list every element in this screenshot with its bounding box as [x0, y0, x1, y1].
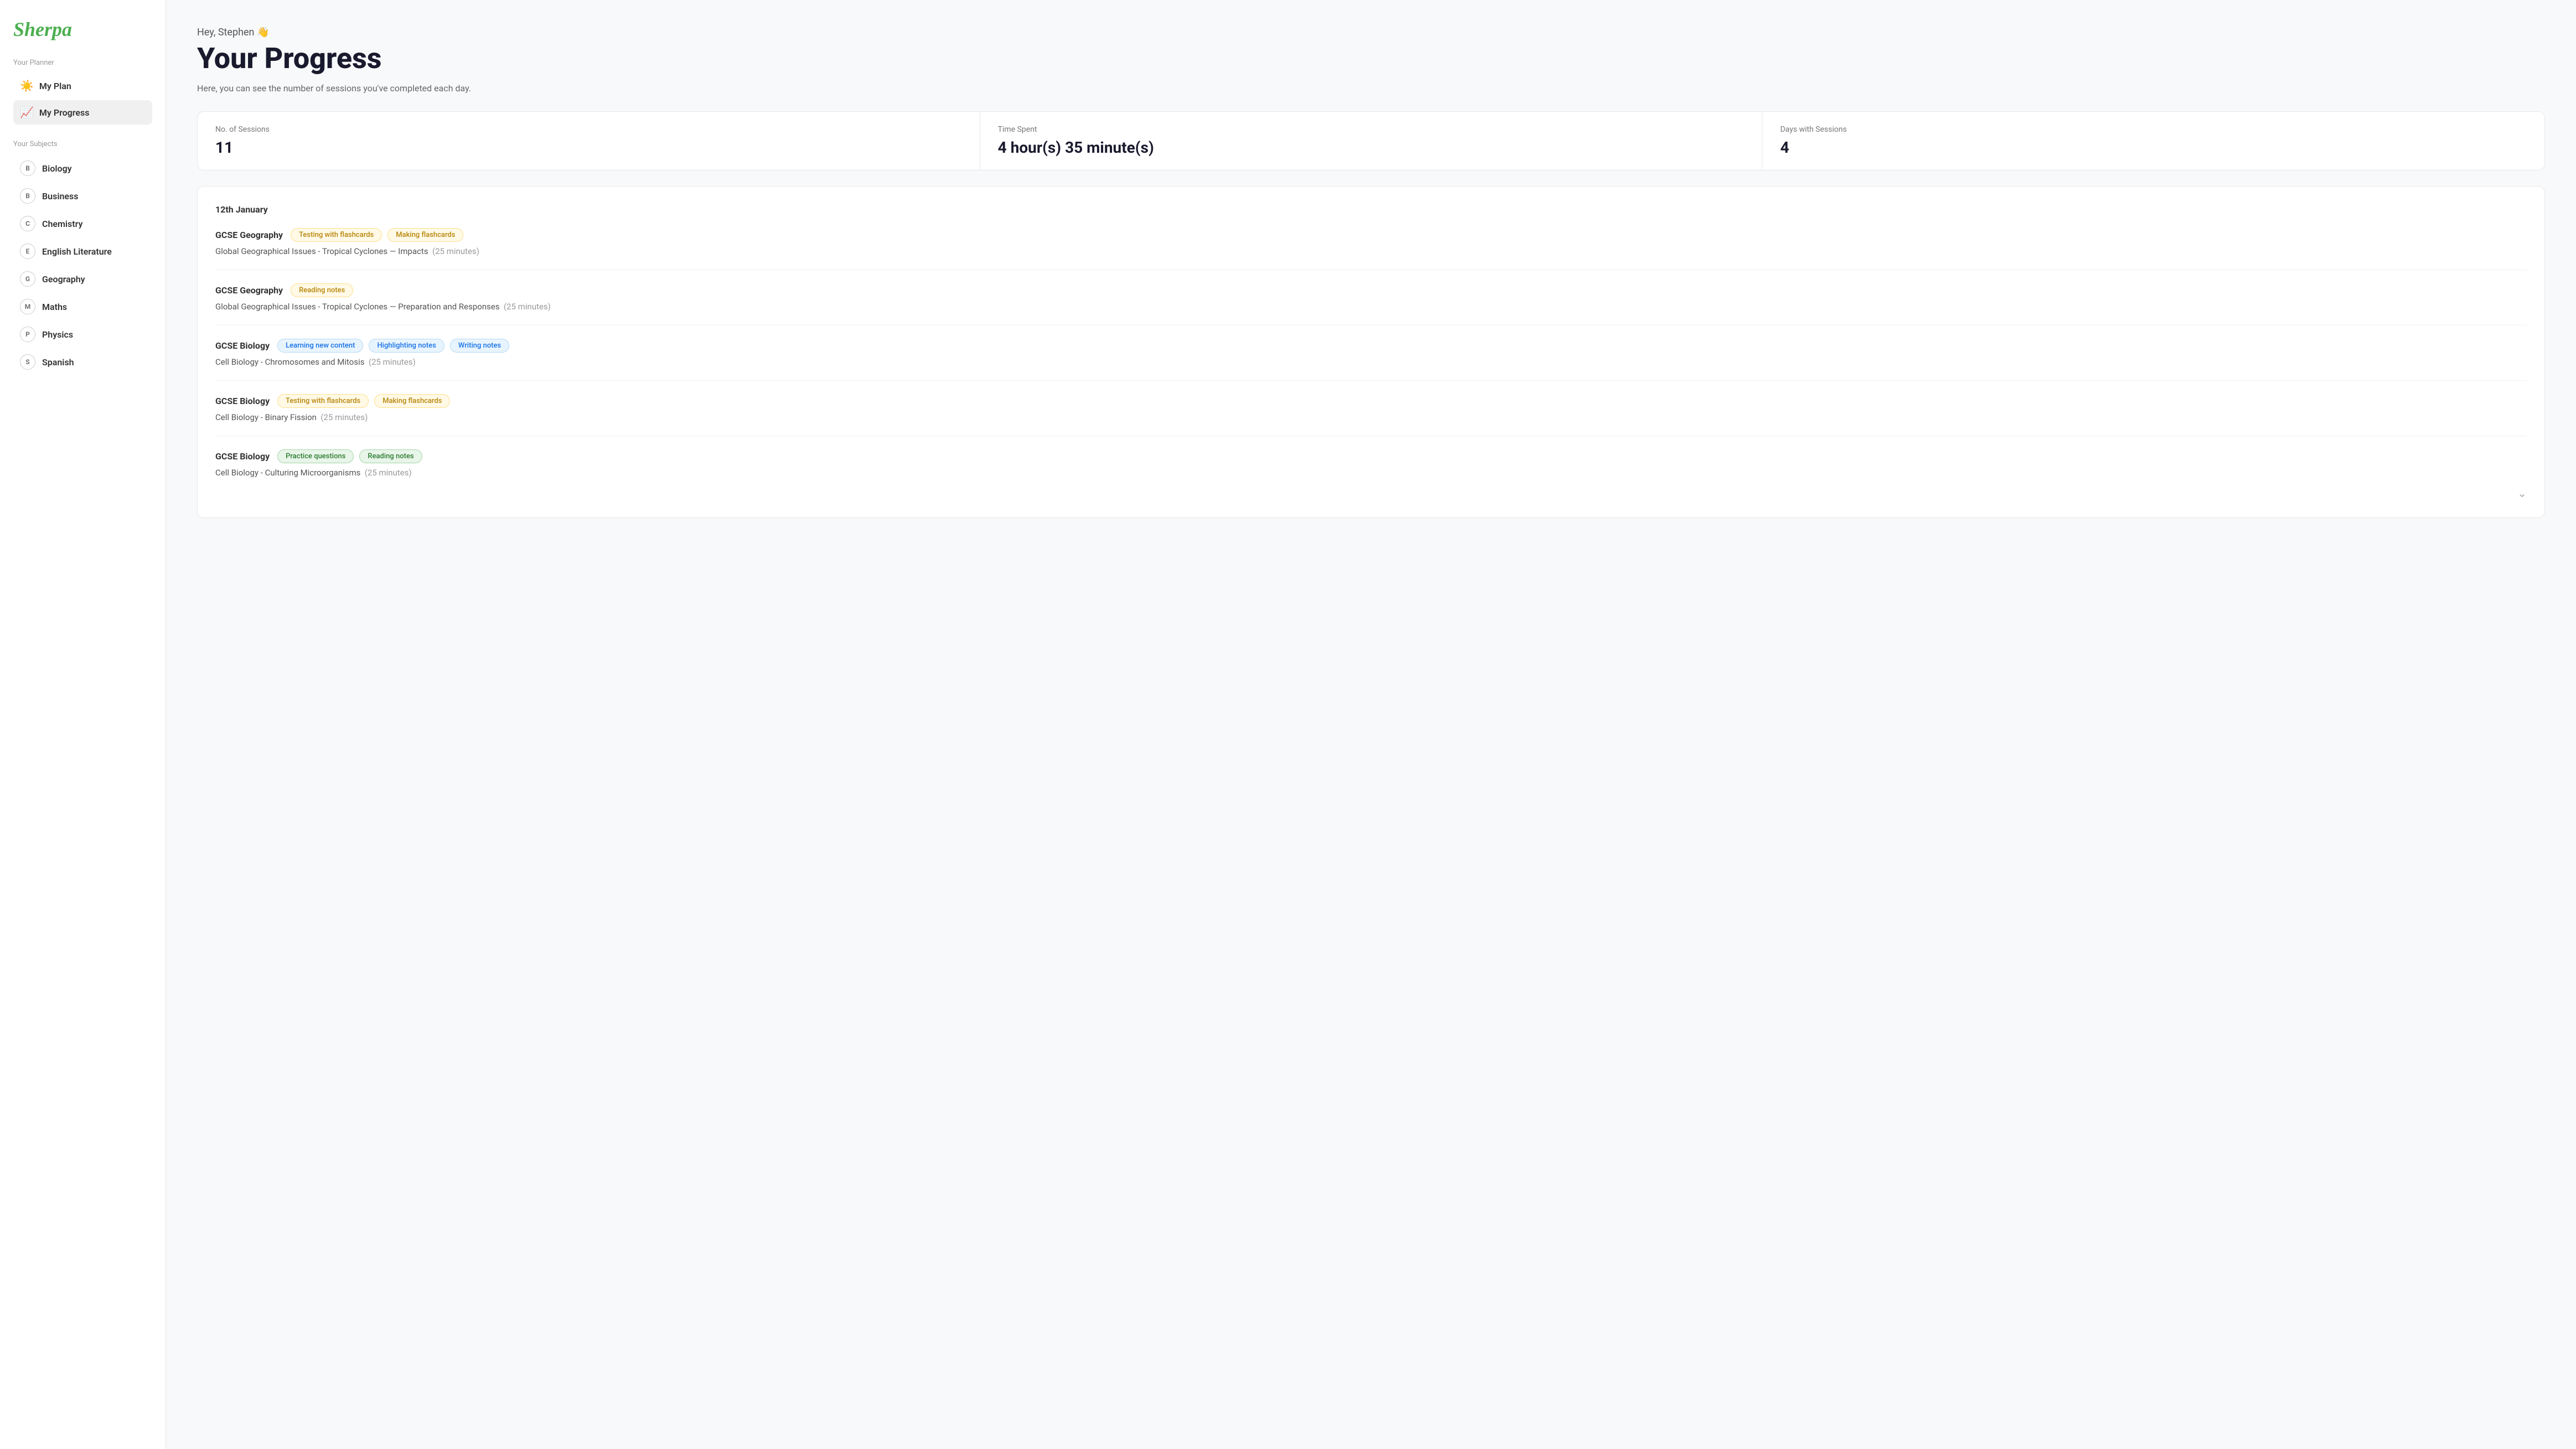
session-entry: GCSE Biology Learning new content Highlig… [215, 339, 2527, 381]
days-label: Days with Sessions [1780, 125, 2527, 134]
subject-badge-business: B [20, 188, 35, 204]
expand-icon[interactable]: ⌄ [215, 487, 2527, 500]
session-header: GCSE Geography Testing with flashcards Ma… [215, 228, 2527, 242]
subject-badge-geography: G [20, 271, 35, 287]
subject-badge-maths: M [20, 299, 35, 314]
session-subject: GCSE Biology [215, 340, 270, 351]
session-tag: Making flashcards [374, 394, 450, 408]
sidebar-item-spanish[interactable]: S Spanish [13, 349, 152, 375]
subjects-label: Your Subjects [13, 140, 152, 148]
session-description: Cell Biology - Binary Fission (25 minute… [215, 412, 2527, 422]
session-tag: Practice questions [277, 449, 354, 463]
session-header: GCSE Geography Reading notes [215, 283, 2527, 297]
session-time: (25 minutes) [432, 246, 479, 256]
sidebar-item-geography[interactable]: G Geography [13, 266, 152, 292]
sidebar-item-biology[interactable]: B Biology [13, 155, 152, 182]
session-tag: Reading notes [291, 283, 353, 297]
session-tag: Testing with flashcards [277, 394, 369, 408]
sidebar-item-label: My Plan [39, 81, 71, 91]
planner-nav: ☀️ My Plan 📈 My Progress [13, 74, 152, 125]
session-description: Global Geographical Issues - Tropical Cy… [215, 246, 2527, 256]
sidebar-item-chemistry[interactable]: C Chemistry [13, 210, 152, 237]
time-stat: Time Spent 4 hour(s) 35 minute(s) [980, 112, 1763, 170]
session-header: GCSE Biology Testing with flashcards Maki… [215, 394, 2527, 408]
session-entry: GCSE Geography Reading notes Global Geog… [215, 283, 2527, 325]
planner-label: Your Planner [13, 59, 152, 67]
sidebar-item-label: My Progress [39, 107, 90, 118]
sidebar: Sherpa Your Planner ☀️ My Plan 📈 My Prog… [0, 0, 166, 1449]
session-time: (25 minutes) [504, 302, 551, 312]
subject-badge-spanish: S [20, 354, 35, 370]
sessions-label: No. of Sessions [215, 125, 962, 134]
sessions-date: 12th January [215, 204, 2527, 215]
subject-badge-physics: P [20, 327, 35, 342]
time-label: Time Spent [998, 125, 1745, 134]
session-entry: GCSE Biology Testing with flashcards Maki… [215, 394, 2527, 436]
sidebar-item-my-progress[interactable]: 📈 My Progress [13, 100, 152, 125]
sidebar-item-my-plan[interactable]: ☀️ My Plan [13, 74, 152, 98]
subject-label-english-literature: English Literature [42, 246, 112, 257]
subject-label-maths: Maths [42, 302, 67, 312]
subjects-list: B Biology B Business C Chemistry E Engli… [13, 155, 152, 375]
sidebar-item-business[interactable]: B Business [13, 183, 152, 209]
subject-label-biology: Biology [42, 163, 72, 174]
days-stat: Days with Sessions 4 [1762, 112, 2544, 170]
session-entry: GCSE Geography Testing with flashcards Ma… [215, 228, 2527, 270]
session-header: GCSE Biology Learning new content Highlig… [215, 339, 2527, 353]
subject-label-business: Business [42, 191, 78, 201]
page-title: Your Progress [197, 43, 2545, 74]
session-time: (25 minutes) [369, 357, 416, 367]
sessions-card: 12th January GCSE Geography Testing with… [197, 186, 2545, 518]
sessions-list: GCSE Geography Testing with flashcards Ma… [215, 228, 2527, 478]
session-subject: GCSE Biology [215, 451, 270, 462]
sidebar-item-physics[interactable]: P Physics [13, 321, 152, 348]
subject-badge-english-literature: E [20, 244, 35, 259]
stats-box: No. of Sessions 11 Time Spent 4 hour(s) … [197, 111, 2545, 170]
session-tag: Testing with flashcards [291, 228, 382, 242]
main-content: Hey, Stephen 👋 Your Progress Here, you c… [166, 0, 2576, 1449]
session-tag: Learning new content [277, 339, 363, 353]
session-tag: Reading notes [359, 449, 422, 463]
logo[interactable]: Sherpa [13, 18, 152, 41]
session-subject: GCSE Geography [215, 285, 283, 296]
time-value: 4 hour(s) 35 minute(s) [998, 138, 1745, 157]
session-time: (25 minutes) [365, 468, 412, 478]
subject-label-spanish: Spanish [42, 357, 74, 368]
chart-icon: 📈 [20, 106, 34, 119]
subject-label-geography: Geography [42, 274, 85, 284]
session-description: Cell Biology - Chromosomes and Mitosis (… [215, 357, 2527, 367]
session-tag: Making flashcards [387, 228, 463, 242]
session-description: Cell Biology - Culturing Microorganisms … [215, 468, 2527, 478]
sidebar-item-english-literature[interactable]: E English Literature [13, 238, 152, 265]
sessions-value: 11 [215, 138, 962, 157]
session-tag: Highlighting notes [369, 339, 444, 353]
session-header: GCSE Biology Practice questions Reading n… [215, 449, 2527, 463]
sidebar-item-maths[interactable]: M Maths [13, 293, 152, 320]
subject-label-chemistry: Chemistry [42, 219, 83, 229]
subject-label-physics: Physics [42, 329, 73, 340]
greeting: Hey, Stephen 👋 [197, 27, 2545, 38]
subtitle: Here, you can see the number of sessions… [197, 83, 2545, 94]
session-time: (25 minutes) [320, 412, 368, 422]
sessions-stat: No. of Sessions 11 [198, 112, 980, 170]
subject-badge-biology: B [20, 161, 35, 176]
subject-badge-chemistry: C [20, 216, 35, 231]
session-subject: GCSE Biology [215, 396, 270, 406]
session-subject: GCSE Geography [215, 230, 283, 240]
session-entry: GCSE Biology Practice questions Reading n… [215, 449, 2527, 478]
session-tag: Writing notes [450, 339, 509, 353]
sun-icon: ☀️ [20, 79, 34, 92]
session-description: Global Geographical Issues - Tropical Cy… [215, 302, 2527, 312]
days-value: 4 [1780, 138, 2527, 157]
